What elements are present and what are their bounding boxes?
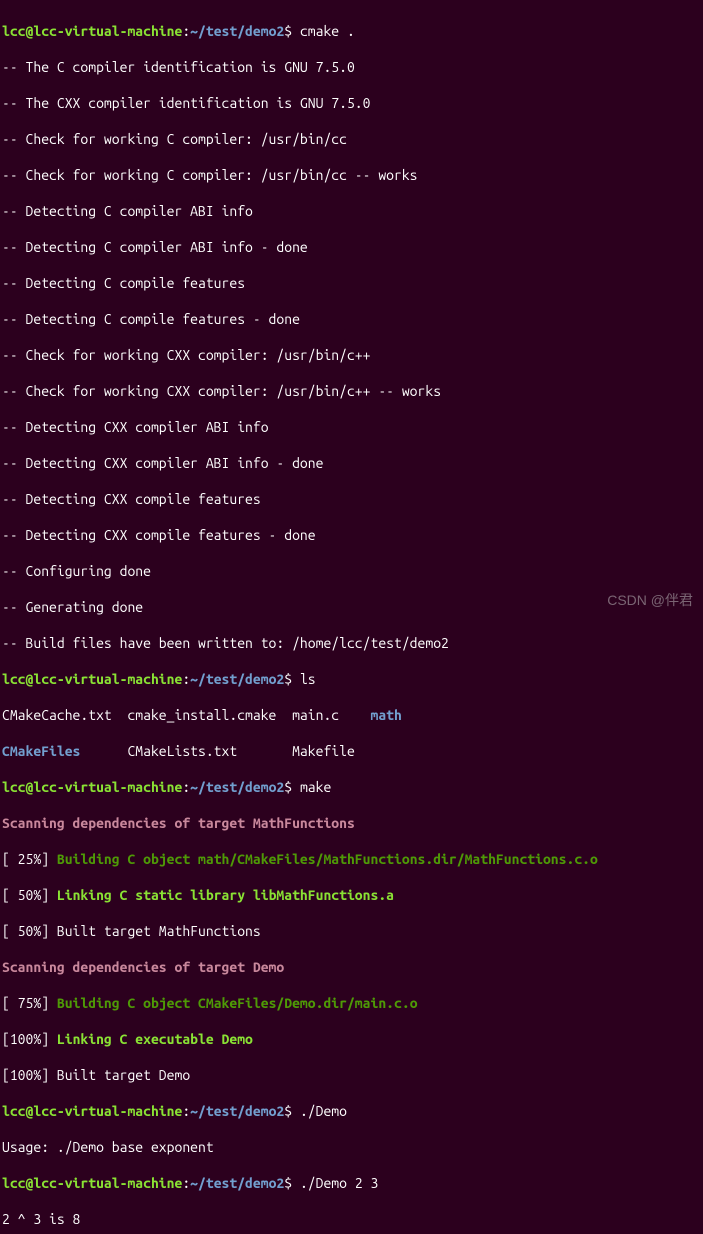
command-input: ls: [292, 671, 316, 687]
prompt-dollar: $: [284, 1175, 292, 1191]
prompt-path: ~/test/demo2: [190, 23, 284, 39]
output-line: -- Detecting C compile features - done: [2, 310, 701, 328]
make-built-line: [100%] Built target Demo: [2, 1066, 701, 1084]
prompt-path: ~/test/demo2: [190, 671, 284, 687]
ls-dir: math: [370, 707, 401, 723]
output-line: -- Check for working CXX compiler: /usr/…: [2, 382, 701, 400]
link-text: Linking C executable Demo: [57, 1031, 253, 1047]
prompt-line: lcc@lcc-virtual-machine:~/test/demo2$ cm…: [2, 22, 701, 40]
build-text: Building C object CMakeFiles/Demo.dir/ma…: [57, 995, 418, 1011]
output-line: -- Build files have been written to: /ho…: [2, 634, 701, 652]
progress-pct: [ 25%]: [2, 851, 57, 867]
ls-files: CMakeLists.txt Makefile: [80, 743, 354, 759]
prompt-line: lcc@lcc-virtual-machine:~/test/demo2$ ls: [2, 670, 701, 688]
prompt-line: lcc@lcc-virtual-machine:~/test/demo2$ ./…: [2, 1174, 701, 1192]
command-input: ./Demo: [292, 1103, 347, 1119]
output-line: -- The CXX compiler identification is GN…: [2, 94, 701, 112]
demo-result: 2 ^ 3 is 8: [2, 1210, 701, 1228]
prompt-dollar: $: [284, 1103, 292, 1119]
prompt-sep: :: [182, 1103, 190, 1119]
make-scan: Scanning dependencies of target MathFunc…: [2, 814, 701, 832]
demo-usage: Usage: ./Demo base exponent: [2, 1138, 701, 1156]
prompt-path: ~/test/demo2: [190, 1103, 284, 1119]
prompt-sep: :: [182, 779, 190, 795]
prompt-sep: :: [182, 671, 190, 687]
prompt-user: lcc@lcc-virtual-machine: [2, 1175, 182, 1191]
prompt-line: lcc@lcc-virtual-machine:~/test/demo2$ ma…: [2, 778, 701, 796]
ls-output-row: CMakeCache.txt cmake_install.cmake main.…: [2, 706, 701, 724]
make-build-line: [ 25%] Building C object math/CMakeFiles…: [2, 850, 701, 868]
output-line: -- Detecting C compiler ABI info: [2, 202, 701, 220]
prompt-path: ~/test/demo2: [190, 1175, 284, 1191]
prompt-dollar: $: [284, 671, 292, 687]
output-line: -- Configuring done: [2, 562, 701, 580]
output-line: -- Generating done: [2, 598, 701, 616]
output-line: -- Detecting CXX compile features: [2, 490, 701, 508]
progress-pct: [100%]: [2, 1031, 57, 1047]
output-line: -- Check for working C compiler: /usr/bi…: [2, 130, 701, 148]
output-line: -- Detecting C compiler ABI info - done: [2, 238, 701, 256]
make-scan: Scanning dependencies of target Demo: [2, 958, 701, 976]
prompt-user: lcc@lcc-virtual-machine: [2, 23, 182, 39]
prompt-user: lcc@lcc-virtual-machine: [2, 779, 182, 795]
output-line: -- Check for working C compiler: /usr/bi…: [2, 166, 701, 184]
link-text: Linking C static library libMathFunction…: [57, 887, 394, 903]
prompt-dollar: $: [284, 23, 292, 39]
progress-pct: [ 50%]: [2, 887, 57, 903]
terminal-output[interactable]: lcc@lcc-virtual-machine:~/test/demo2$ cm…: [2, 4, 701, 1234]
watermark: CSDN @伴君: [607, 591, 693, 609]
make-link-line: [100%] Linking C executable Demo: [2, 1030, 701, 1048]
prompt-path: ~/test/demo2: [190, 779, 284, 795]
prompt-dollar: $: [284, 779, 292, 795]
output-line: -- Check for working CXX compiler: /usr/…: [2, 346, 701, 364]
output-line: -- Detecting C compile features: [2, 274, 701, 292]
command-input: cmake .: [292, 23, 355, 39]
output-line: -- Detecting CXX compiler ABI info: [2, 418, 701, 436]
prompt-sep: :: [182, 1175, 190, 1191]
prompt-user: lcc@lcc-virtual-machine: [2, 671, 182, 687]
ls-output-row: CMakeFiles CMakeLists.txt Makefile: [2, 742, 701, 760]
command-input: make: [292, 779, 331, 795]
output-line: -- Detecting CXX compile features - done: [2, 526, 701, 544]
output-line: -- The C compiler identification is GNU …: [2, 58, 701, 76]
prompt-user: lcc@lcc-virtual-machine: [2, 1103, 182, 1119]
ls-files: CMakeCache.txt cmake_install.cmake main.…: [2, 707, 370, 723]
prompt-line: lcc@lcc-virtual-machine:~/test/demo2$ ./…: [2, 1102, 701, 1120]
prompt-sep: :: [182, 23, 190, 39]
command-input: ./Demo 2 3: [292, 1175, 378, 1191]
build-text: Building C object math/CMakeFiles/MathFu…: [57, 851, 598, 867]
output-line: -- Detecting CXX compiler ABI info - don…: [2, 454, 701, 472]
make-built-line: [ 50%] Built target MathFunctions: [2, 922, 701, 940]
make-link-line: [ 50%] Linking C static library libMathF…: [2, 886, 701, 904]
progress-pct: [ 75%]: [2, 995, 57, 1011]
ls-dir: CMakeFiles: [2, 743, 80, 759]
make-build-line: [ 75%] Building C object CMakeFiles/Demo…: [2, 994, 701, 1012]
